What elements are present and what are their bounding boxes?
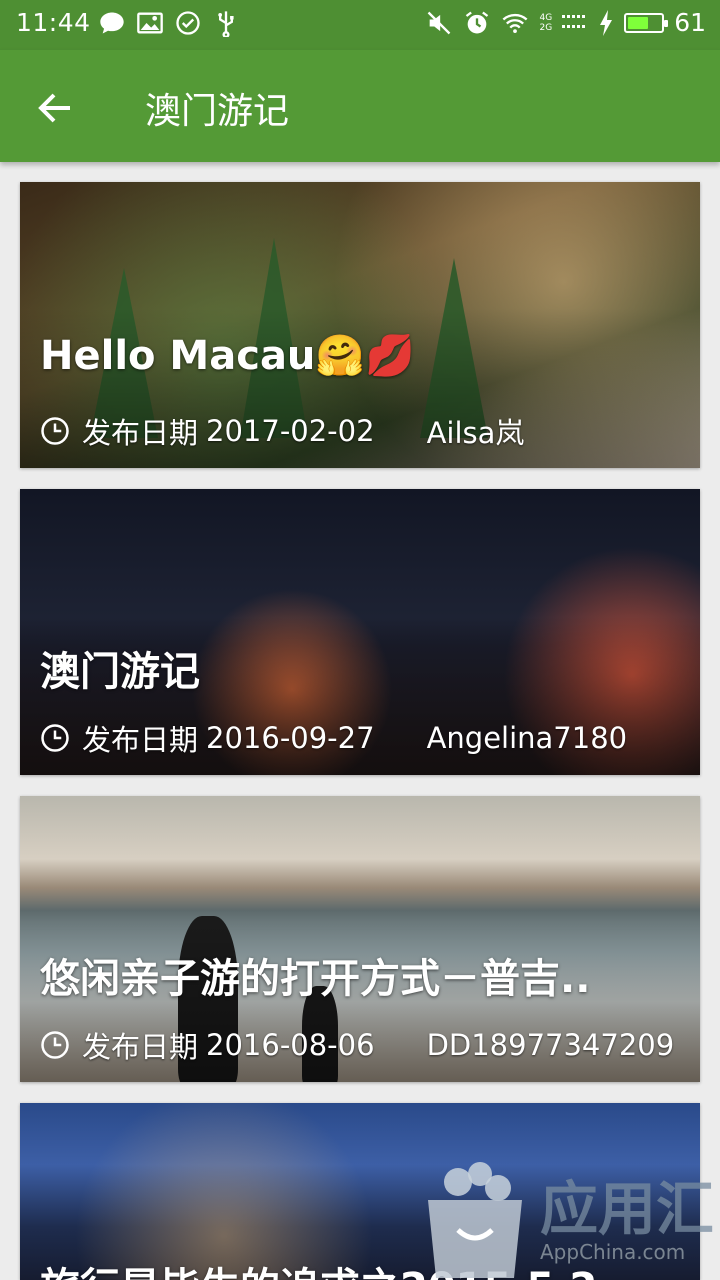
author-name: DD18977347209: [426, 1028, 675, 1062]
date-label: 发布日期: [82, 416, 199, 450]
publish-date: 2017-02-02: [206, 414, 375, 448]
network-4g-label: 4G: [539, 12, 553, 23]
travelogue-card[interactable]: 悠闲亲子游的打开方式－普吉.. 发布日期 2016-08-06 DD189773…: [20, 796, 700, 1082]
battery-level-fill: [628, 16, 648, 29]
card-title: 澳门游记: [40, 649, 200, 695]
publish-date: 2016-08-06: [206, 1028, 375, 1062]
charging-icon: [600, 9, 613, 36]
battery-icon: [624, 12, 669, 33]
date-label: 发布日期: [82, 1030, 199, 1064]
check-circle-icon: [176, 11, 200, 35]
clock-icon: [41, 417, 69, 445]
alarm-icon: [466, 11, 489, 33]
wifi-icon: [503, 13, 528, 33]
card-title: Hello Macau🤗💋: [40, 333, 416, 379]
network-2g-label: 2G: [539, 22, 553, 33]
appchina-watermark: 应用汇 AppChina.com: [420, 1160, 720, 1280]
battery-percent: 61: [674, 8, 706, 37]
watermark-text: 应用汇: [540, 1175, 715, 1243]
image-icon: [137, 12, 163, 34]
publish-date: 2016-09-27: [206, 721, 375, 755]
mute-icon: [428, 11, 451, 34]
chat-icon: [100, 12, 124, 34]
network-type: 4G 2G: [539, 13, 552, 33]
clock-icon: [41, 1031, 69, 1059]
status-bar: 11:44 4G 2G 61: [0, 0, 720, 50]
status-time: 11:44: [16, 8, 91, 37]
usb-icon: [218, 11, 234, 37]
author-name: Angelina7180: [426, 721, 628, 755]
notification-icons: [98, 9, 240, 37]
shopping-bag-logo-icon: [428, 1162, 522, 1278]
card-title: 悠闲亲子游的打开方式－普吉..: [40, 956, 591, 1002]
arrow-back-icon[interactable]: [30, 86, 82, 130]
card-meta: 发布日期 2016-09-27 Angelina7180: [40, 717, 627, 759]
clock-icon: [41, 724, 69, 752]
signal-icon: [562, 14, 586, 28]
author-name: Ailsa岚: [426, 416, 525, 450]
watermark-subtext: AppChina.com: [540, 1240, 686, 1264]
date-label: 发布日期: [82, 723, 199, 757]
app-bar: 澳门游记: [0, 50, 720, 162]
travelogue-card[interactable]: Hello Macau🤗💋 发布日期 2017-02-02 Ailsa岚: [20, 182, 700, 468]
page-title: 澳门游记: [145, 91, 290, 132]
system-icons: 4G 2G 61: [425, 8, 706, 37]
card-meta: 发布日期 2016-08-06 DD18977347209: [40, 1024, 674, 1066]
travelogue-card[interactable]: 澳门游记 发布日期 2016-09-27 Angelina7180: [20, 489, 700, 775]
card-meta: 发布日期 2017-02-02 Ailsa岚: [40, 410, 524, 452]
